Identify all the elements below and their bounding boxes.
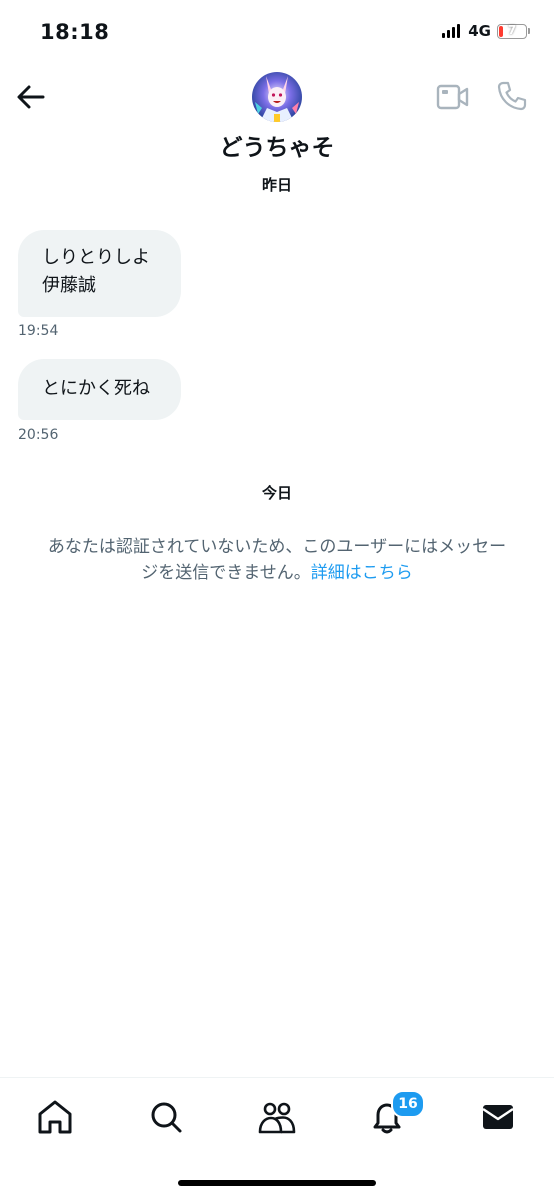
video-call-button[interactable]: [436, 82, 470, 112]
message-bubble[interactable]: しりとりしよ 伊藤誠: [18, 230, 181, 317]
nav-home[interactable]: [35, 1098, 75, 1136]
message-text: しりとりしよ: [42, 247, 150, 268]
message-text: とにかく死ね: [42, 378, 150, 399]
back-arrow-icon: [17, 85, 45, 109]
home-indicator[interactable]: [178, 1180, 376, 1186]
status-time: 18:18: [40, 20, 110, 44]
home-icon: [38, 1100, 72, 1134]
notification-badge: 16: [391, 1090, 425, 1118]
message-text: 伊藤誠: [42, 275, 96, 296]
avatar[interactable]: [252, 72, 302, 122]
message-timestamp: 19:54: [18, 323, 59, 339]
learn-more-link[interactable]: 詳細はこちら: [311, 563, 413, 583]
status-bar: 18:18 4G 7: [0, 0, 554, 64]
notice-text: ジを送信できません。: [141, 563, 311, 583]
messages-icon: [482, 1105, 514, 1129]
cannot-message-notice: あなたは認証されていないため、このユーザーにはメッセー ジを送信できません。詳細…: [0, 534, 554, 586]
date-separator-today: 今日: [261, 484, 292, 502]
search-icon: [151, 1102, 182, 1133]
video-call-icon: [436, 84, 469, 110]
phone-call-button[interactable]: [496, 80, 528, 112]
signal-icon: [442, 24, 461, 38]
notice-text: あなたは認証されていないため、このユーザーにはメッセー: [47, 537, 507, 557]
contact-name: どうちゃそ: [219, 135, 335, 161]
back-button[interactable]: [14, 80, 48, 114]
status-indicators: 4G 7: [442, 22, 530, 40]
date-separator-yesterday: 昨日: [261, 176, 292, 194]
communities-icon: [258, 1102, 296, 1134]
battery-level: 7: [507, 22, 517, 37]
network-type: 4G: [468, 22, 491, 40]
nav-search[interactable]: [146, 1098, 186, 1136]
nav-communities[interactable]: [257, 1098, 297, 1136]
message-timestamp: 20:56: [18, 427, 59, 443]
message-bubble[interactable]: とにかく死ね: [18, 359, 181, 420]
battery-icon: 7: [497, 22, 527, 39]
nav-messages[interactable]: [478, 1098, 518, 1136]
phone-call-icon: [497, 81, 527, 111]
conversation-header: どうちゃそ: [0, 64, 554, 174]
